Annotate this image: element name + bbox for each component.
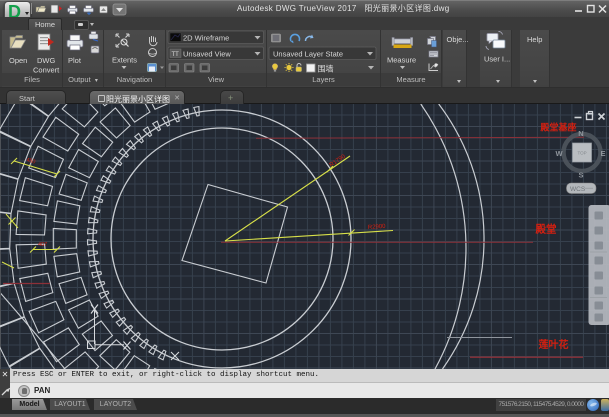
svg-text:User I...: User I... [484,55,510,64]
svg-text:殿堂基座: 殿堂基座 [540,122,577,133]
svg-text:S: S [578,171,583,180]
svg-text:Unsaved View: Unsaved View [183,50,231,59]
svg-text:Convert: Convert [33,66,60,75]
svg-text:Obje...: Obje... [447,35,469,44]
svg-text:Open: Open [9,56,27,65]
svg-text:围墙: 围墙 [318,64,334,74]
svg-text:2D Wireframe: 2D Wireframe [183,34,229,43]
svg-text:TT: TT [172,52,180,58]
svg-text:W: W [555,149,563,158]
svg-text:Measure: Measure [387,56,416,65]
svg-text:莲叶花: 莲叶花 [539,338,569,351]
svg-text:WCS: WCS [570,186,586,193]
svg-text:N: N [578,129,583,138]
svg-text:Unsaved Layer State: Unsaved Layer State [273,50,343,59]
svg-text:407: 407 [38,242,47,248]
svg-text:殿堂: 殿堂 [535,223,557,236]
svg-text:R2900: R2900 [368,224,387,231]
svg-text:Plot: Plot [68,56,82,65]
svg-text:Help: Help [527,35,542,44]
svg-text:E: E [600,149,605,158]
svg-text:DWG: DWG [37,56,55,65]
svg-text:TOP: TOP [578,151,587,156]
svg-text:Extents: Extents [112,56,137,65]
